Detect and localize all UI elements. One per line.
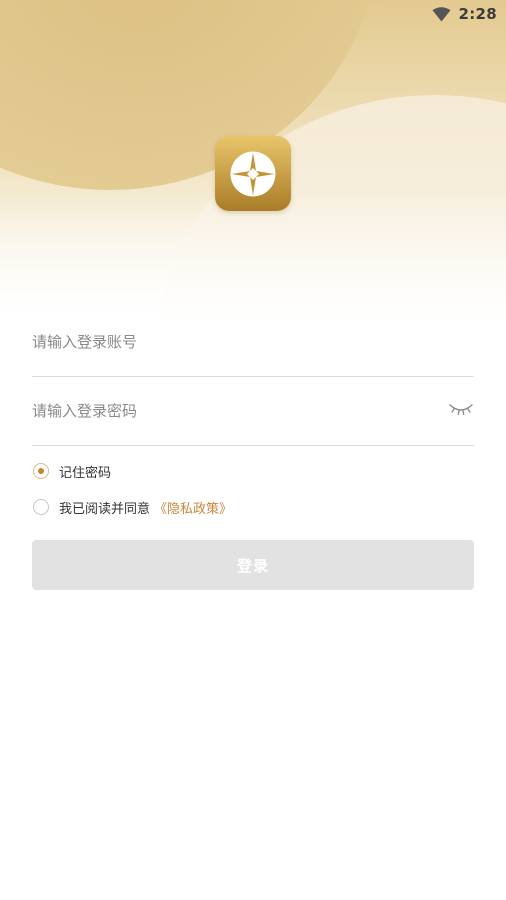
wifi-icon [432, 6, 451, 22]
agree-terms-option[interactable]: 我已阅读并同意 《隐私政策》 [33, 497, 232, 517]
remember-password-option[interactable]: 记住密码 [33, 461, 111, 481]
status-bar: 2:28 [432, 4, 497, 24]
remember-password-label: 记住密码 [59, 465, 112, 481]
password-input[interactable] [32, 376, 432, 445]
remember-password-radio[interactable] [33, 463, 49, 479]
eye-closed-icon[interactable] [448, 400, 474, 418]
privacy-policy-link[interactable]: 《隐私政策》 [154, 498, 232, 517]
account-input[interactable] [32, 307, 432, 376]
agree-terms-radio[interactable] [33, 499, 49, 515]
login-button[interactable]: 登录 [32, 540, 474, 590]
status-time: 2:28 [458, 5, 497, 23]
coin-logo-icon [230, 151, 276, 196]
password-field [32, 376, 474, 446]
app-logo [215, 136, 291, 211]
agree-terms-label: 我已阅读并同意 [59, 501, 151, 517]
account-field [32, 307, 474, 377]
